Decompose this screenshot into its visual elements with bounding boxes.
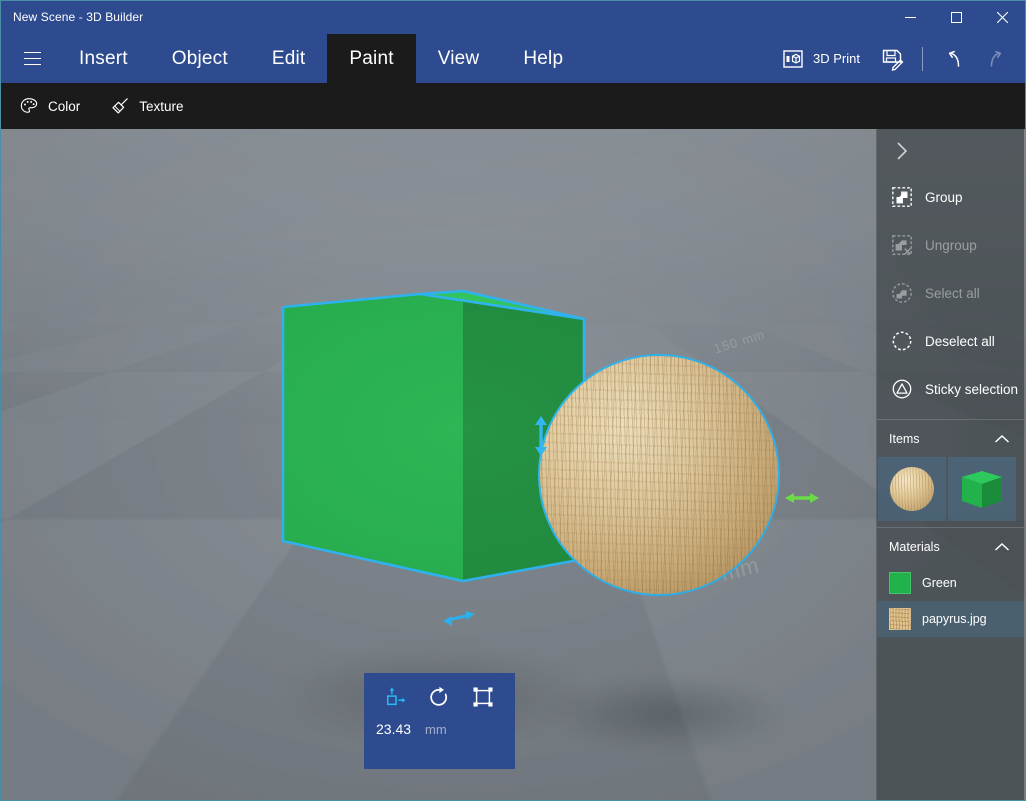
cube-horizontal-arrow-gizmo[interactable]	[442, 607, 476, 629]
ungroup-icon	[891, 234, 913, 256]
3d-print-label: 3D Print	[813, 51, 860, 66]
material-swatch	[889, 572, 911, 594]
transform-value: 23.43	[376, 721, 411, 737]
sphere-thumbnail[interactable]	[878, 457, 946, 521]
sphere-texture	[538, 354, 780, 596]
color-tool-label: Color	[48, 99, 80, 114]
cube-thumbnail-preview	[956, 465, 1008, 513]
chevron-up-icon	[994, 542, 1010, 552]
sidebar-item-label: Group	[925, 190, 963, 205]
redo-button[interactable]	[975, 39, 1019, 79]
undo-icon	[941, 47, 965, 71]
sidebar-item-label: Sticky selection	[925, 382, 1018, 397]
transform-panel: 23.43 mm	[364, 673, 515, 769]
sphere-thumbnail-preview	[890, 467, 934, 511]
sidebar-item-deselect-all[interactable]: Deselect all	[877, 317, 1024, 365]
minimize-icon	[905, 12, 916, 23]
materials-section-label: Materials	[889, 540, 940, 554]
group-icon	[891, 186, 913, 208]
tab-paint[interactable]: Paint	[327, 34, 415, 83]
hamburger-menu-button[interactable]	[9, 33, 55, 83]
sidebar-item-label: Ungroup	[925, 238, 977, 253]
scale-icon	[472, 686, 494, 708]
close-button[interactable]	[979, 1, 1025, 33]
right-sidebar: Group Ungroup Select all	[876, 129, 1024, 800]
tab-label: Edit	[272, 48, 306, 70]
select-all-icon	[891, 282, 913, 304]
save-button[interactable]	[870, 39, 914, 79]
transform-value-row[interactable]: 23.43 mm	[364, 721, 515, 761]
material-label: papyrus.jpg	[922, 612, 987, 626]
hamburger-icon	[24, 52, 41, 65]
materials-section-header[interactable]: Materials	[877, 527, 1024, 565]
menu-actions: 3D Print	[771, 34, 1019, 83]
material-row-green[interactable]: Green	[877, 565, 1024, 601]
tab-edit[interactable]: Edit	[250, 34, 328, 83]
scale-tool-button[interactable]	[466, 680, 500, 714]
3d-print-icon	[781, 47, 805, 71]
sidebar-item-label: Select all	[925, 286, 980, 301]
color-tool-button[interactable]: Color	[7, 88, 92, 124]
items-section-label: Items	[889, 432, 920, 446]
minimize-button[interactable]	[887, 1, 933, 33]
papyrus-sphere[interactable]	[538, 354, 780, 596]
sidebar-item-group[interactable]: Group	[877, 173, 1024, 221]
rotate-tool-button[interactable]	[422, 680, 456, 714]
material-swatch	[889, 608, 911, 630]
title-bar: New Scene - 3D Builder	[1, 1, 1025, 33]
tab-help[interactable]: Help	[501, 34, 585, 83]
3d-print-button[interactable]: 3D Print	[771, 39, 870, 79]
material-row-papyrus[interactable]: papyrus.jpg	[877, 601, 1024, 637]
maximize-icon	[951, 12, 962, 23]
deselect-all-icon	[891, 330, 913, 352]
tab-label: Help	[523, 48, 563, 70]
undo-button[interactable]	[931, 39, 975, 79]
palette-icon	[19, 96, 39, 116]
transform-unit: mm	[425, 722, 447, 737]
items-grid	[877, 457, 1024, 521]
tab-label: View	[438, 48, 480, 70]
cube-thumbnail[interactable]	[948, 457, 1016, 521]
sphere-horizontal-arrow-gizmo[interactable]	[784, 488, 820, 508]
sticky-selection-icon	[891, 378, 913, 400]
cube-vertical-arrow-gizmo[interactable]	[527, 415, 555, 457]
brush-icon	[110, 96, 130, 116]
sidebar-item-label: Deselect all	[925, 334, 995, 349]
tab-view[interactable]: View	[416, 34, 502, 83]
transform-tools	[364, 673, 515, 721]
texture-tool-button[interactable]: Texture	[98, 88, 195, 124]
tab-label: Object	[172, 48, 228, 70]
paint-toolbar: Color Texture	[1, 83, 1025, 129]
chevron-up-icon	[994, 434, 1010, 444]
menu-bar: Insert Object Edit Paint View Help 3D Pr…	[1, 33, 1025, 83]
app-window: New Scene - 3D Builder	[0, 0, 1026, 801]
rotate-icon	[428, 686, 450, 708]
tab-label: Paint	[349, 48, 393, 70]
move-icon	[385, 686, 407, 708]
chevron-right-icon	[895, 140, 909, 162]
sidebar-item-ungroup[interactable]: Ungroup	[877, 221, 1024, 269]
tab-object[interactable]: Object	[150, 34, 250, 83]
close-icon	[997, 12, 1008, 23]
tab-label: Insert	[79, 48, 128, 70]
move-tool-button[interactable]	[379, 680, 413, 714]
sidebar-expand-button[interactable]	[877, 129, 1024, 173]
window-title: New Scene - 3D Builder	[13, 10, 143, 24]
window-controls	[887, 1, 1025, 33]
material-label: Green	[922, 576, 957, 590]
items-section-header[interactable]: Items	[877, 419, 1024, 457]
tab-insert[interactable]: Insert	[57, 34, 150, 83]
redo-icon	[985, 47, 1009, 71]
texture-tool-label: Texture	[139, 99, 183, 114]
maximize-button[interactable]	[933, 1, 979, 33]
sidebar-item-sticky-selection[interactable]: Sticky selection	[877, 365, 1024, 413]
sidebar-item-select-all[interactable]: Select all	[877, 269, 1024, 317]
save-icon	[880, 47, 904, 71]
toolbar-separator	[922, 47, 923, 71]
tab-strip: Insert Object Edit Paint View Help	[57, 34, 585, 83]
